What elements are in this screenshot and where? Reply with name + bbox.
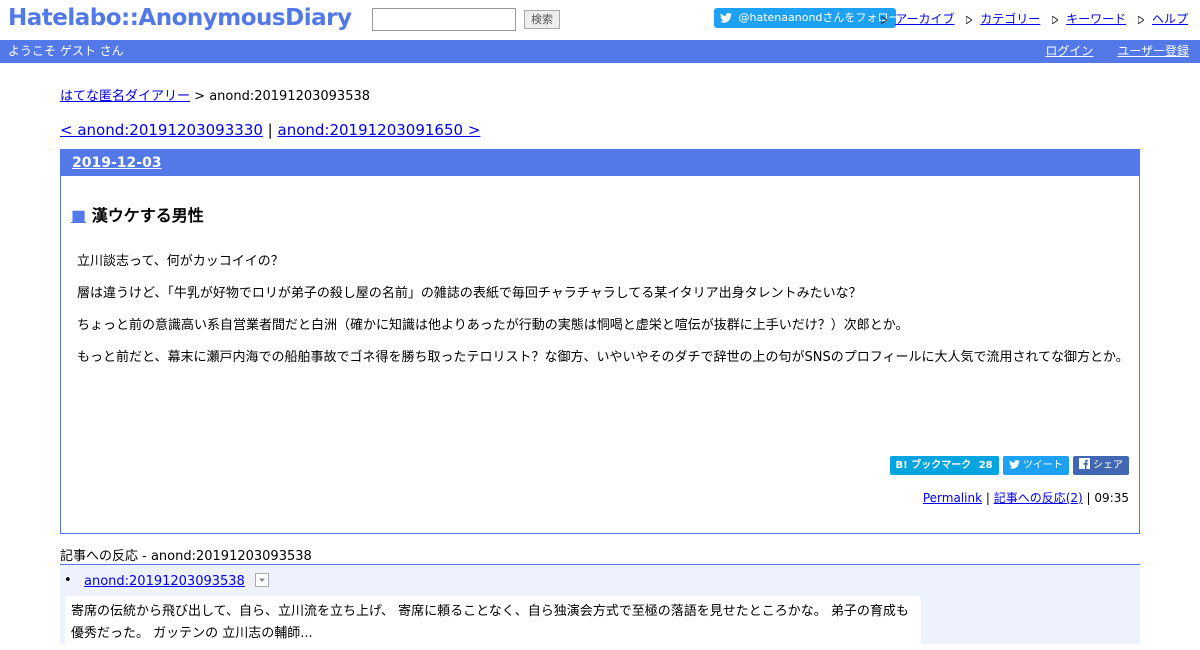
entry-footer: Permalink | 記事への反応(2) | 09:35 (923, 489, 1129, 506)
entry-date-link[interactable]: 2019-12-03 (72, 155, 162, 171)
reactions-link[interactable]: 記事への反応(2) (994, 491, 1083, 505)
reaction-item: • anond:20191203093538 (64, 573, 269, 589)
footer-separator: | (985, 491, 994, 505)
welcome-text: ようこそ ゲスト さん (8, 44, 124, 58)
arrow-right-icon (1052, 16, 1059, 24)
twitter-follow-button[interactable]: @hatenaanondさんをフォロー (714, 8, 896, 28)
twitter-bird-icon (1008, 460, 1020, 469)
entry-paragraph: 立川談志って、何がカッコイイの？ (77, 254, 284, 269)
entry-title: ■ 漢ウケする男性 (71, 202, 204, 226)
tweet-button[interactable]: ツイート (1002, 456, 1069, 475)
bookmark-count: 28 (978, 460, 993, 471)
facebook-icon (1078, 458, 1090, 469)
arrow-right-icon (881, 16, 888, 24)
chevron-down-icon[interactable] (254, 573, 269, 587)
date-header: 2019-12-03 (61, 150, 1139, 176)
arrow-right-icon (1137, 16, 1144, 24)
nav-keyword[interactable]: キーワード (1066, 12, 1126, 26)
twitter-bird-icon (720, 13, 732, 23)
breadcrumb-current: anond:20191203093538 (209, 89, 371, 104)
search-input[interactable] (372, 8, 516, 31)
arrow-right-icon (966, 16, 973, 24)
next-entry-link[interactable]: anond:20191203091650 > (278, 121, 481, 139)
register-link[interactable]: ユーザー登録 (1117, 44, 1189, 58)
entry-time: 09:35 (1094, 491, 1129, 505)
prev-entry-link[interactable]: < anond:20191203093330 (60, 121, 263, 139)
site-logo[interactable]: Hatelabo::AnonymousDiary (8, 5, 352, 31)
facebook-share-button[interactable]: シェア (1072, 456, 1129, 475)
reactions-header: 記事への反応 - anond:20191203093538 (60, 549, 312, 564)
entry-body: 立川談志って、何がカッコイイの？ 層は違うけど、「牛乳が好物でロリが弟子の殺し屋… (77, 251, 1132, 379)
nav-separator: | (262, 121, 278, 139)
follow-label: @hatenaanondさんをフォロー (738, 11, 897, 24)
entry-paragraph: もっと前だと、幕末に瀬戸内海での船舶事故でゴネ得を勝ち取ったテロリスト？な御方、… (77, 350, 1129, 365)
site-header: Hatelabo::AnonymousDiary 検索 @hatenaanond… (0, 0, 1200, 40)
search-button[interactable]: 検索 (524, 10, 560, 29)
breadcrumb-home[interactable]: はてな匿名ダイアリー (60, 89, 190, 104)
nav-help[interactable]: ヘルプ (1152, 12, 1188, 26)
entry-paragraph: ちょっと前の意識高い系自営業者間だと白洲（確かに知識は他よりあったが行動の実態は… (77, 318, 909, 333)
nav-archive[interactable]: アーカイブ (895, 12, 954, 26)
share-label: シェア (1093, 460, 1123, 471)
entry-anchor[interactable]: ■ (71, 206, 86, 225)
tweet-label: ツイート (1022, 460, 1063, 471)
permalink[interactable]: Permalink (923, 491, 982, 505)
login-link[interactable]: ログイン (1045, 44, 1093, 58)
header-nav: アーカイブ カテゴリー キーワード ヘルプ (881, 10, 1188, 27)
reaction-quote: 寄席の伝統から飛び出して、自ら、立川流を立ち上げ、 寄席に頼ることなく、自ら独演… (65, 596, 921, 650)
account-links: ログイン ユーザー登録 (1025, 40, 1189, 62)
share-buttons: B! ブックマーク 28 ツイート シェア (886, 456, 1129, 476)
nav-category[interactable]: カテゴリー (980, 12, 1040, 26)
hatena-bookmark-button[interactable]: B! ブックマーク 28 (889, 456, 999, 475)
entry-navigation: < anond:20191203093330 | anond:201912030… (60, 121, 480, 139)
entry-paragraph: 層は違うけど、「牛乳が好物でロリが弟子の殺し屋の名前」の雑誌の表紙で毎回チャラチ… (77, 286, 862, 301)
breadcrumb-separator: > (190, 89, 210, 104)
entry-title-text: 漢ウケする男性 (91, 206, 204, 225)
entry-section: 2019-12-03 ■ 漢ウケする男性 立川談志って、何がカッコイイの？ 層は… (60, 149, 1140, 534)
bullet: • (64, 573, 72, 588)
reactions-list: • anond:20191203093538 寄席の伝統から飛び出して、自ら、立… (60, 564, 1140, 650)
bookmark-label: B! ブックマーク (895, 460, 972, 471)
breadcrumb: はてな匿名ダイアリー > anond:20191203093538 (60, 85, 370, 104)
user-bar: ようこそ ゲスト さん ログイン ユーザー登録 (0, 40, 1200, 63)
reaction-link[interactable]: anond:20191203093538 (84, 574, 245, 589)
